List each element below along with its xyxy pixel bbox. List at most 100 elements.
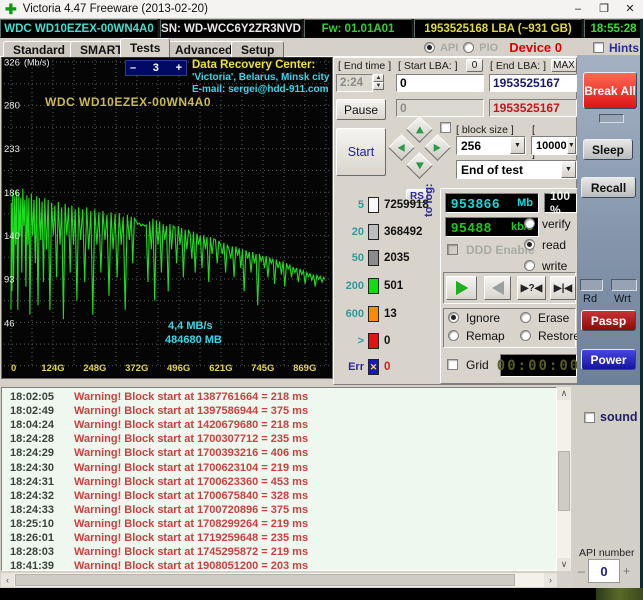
recall-button[interactable]: Recall [581, 177, 636, 198]
log-message: Warning! Block start at 1700623360 = 453… [74, 475, 309, 488]
position-mb-value: 953866 [451, 195, 501, 211]
log-row[interactable]: 18:24:33 Warning! Block start at 1700720… [2, 503, 556, 517]
log-side-panel: sound API number – 0 + [573, 385, 641, 588]
tab-setup[interactable]: Setup [231, 41, 285, 57]
bucket-count: 501 [384, 280, 404, 292]
timeout-dropdown-arrow[interactable]: ▼ [566, 137, 576, 154]
pad-option-checkbox[interactable] [440, 122, 451, 133]
api-radio-label: API [439, 41, 459, 54]
start-lba-zero-button[interactable]: 0 [466, 59, 483, 72]
write-radio[interactable] [524, 260, 535, 271]
end-time-down-button[interactable]: ▼ [373, 82, 384, 90]
graph-drive-title: WDC WD10EZEX-00WN4A0 [45, 95, 212, 109]
title-bar: ✚ Victoria 4.47 Freeware (2013-02-20) – … [0, 0, 643, 19]
horizontal-scroll-thumb[interactable] [15, 574, 515, 586]
bucket-count: 368492 [384, 226, 423, 238]
erase-radio[interactable] [520, 312, 531, 323]
read-activity-led [580, 279, 603, 291]
start-lba-input[interactable]: 0 [396, 74, 484, 92]
remap-radio[interactable] [448, 330, 459, 341]
log-row[interactable]: 18:24:28 Warning! Block start at 1700307… [2, 432, 556, 446]
log-row[interactable]: 18:24:29 Warning! Block start at 1700393… [2, 446, 556, 460]
sleep-button[interactable]: Sleep [583, 139, 633, 160]
pad-right-button[interactable] [424, 134, 451, 161]
verify-label: verify [542, 217, 571, 231]
log-view[interactable]: 18:02:05 Warning! Block start at 1387761… [1, 387, 557, 571]
log-row[interactable]: 18:24:31 Warning! Block start at 1700623… [2, 475, 556, 489]
power-button[interactable]: Power [581, 349, 636, 370]
api-radio[interactable] [423, 42, 435, 53]
restore-radio[interactable] [520, 330, 531, 341]
close-button[interactable]: ✕ [617, 0, 643, 18]
grid-label: Grid [466, 358, 489, 372]
timeout-select[interactable]: 10000 ▼ [531, 136, 577, 155]
log-row[interactable]: 18:04:24 Warning! Block start at 1420679… [2, 418, 556, 432]
log-row[interactable]: 18:24:30 Warning! Block start at 1700623… [2, 460, 556, 474]
block-size-dropdown-arrow[interactable]: ▼ [510, 137, 525, 154]
find-error-button[interactable]: ▶?◀ [517, 276, 546, 300]
log-message: Warning! Block start at 1397586944 = 375… [74, 405, 309, 418]
sound-checkbox[interactable] [584, 412, 595, 423]
maximize-button[interactable]: ❐ [591, 0, 617, 18]
scroll-up-arrow[interactable]: ∧ [557, 387, 571, 400]
log-horizontal-scrollbar[interactable]: ‹ › [1, 573, 557, 587]
pad-up-button[interactable] [406, 116, 433, 143]
start-button[interactable]: Start [336, 128, 386, 176]
ddd-enable-checkbox[interactable] [447, 244, 458, 255]
end-lba-max-button[interactable]: MAX [551, 59, 577, 72]
minimize-button[interactable]: – [565, 0, 591, 18]
pad-left-button[interactable] [388, 134, 415, 161]
api-number-minus-button[interactable]: – [575, 560, 588, 582]
end-time-value[interactable]: 2:24 [336, 74, 373, 92]
step-back-button[interactable] [484, 276, 511, 300]
restore-label: Restore [538, 329, 581, 343]
log-row[interactable]: 18:24:32 Warning! Block start at 1700675… [2, 489, 556, 503]
play-button[interactable] [446, 276, 477, 300]
log-row[interactable]: 18:02:05 Warning! Block start at 1387761… [2, 390, 556, 404]
break-all-button[interactable]: Break All [583, 72, 637, 109]
log-time: 18:26:01 [10, 531, 55, 544]
pad-down-button[interactable] [406, 152, 433, 179]
svg-text:280: 280 [4, 100, 20, 111]
tab-tests[interactable]: Tests [120, 38, 171, 57]
scroll-right-arrow[interactable]: › [544, 573, 557, 587]
log-row[interactable]: 18:26:01 Warning! Block start at 1719259… [2, 531, 556, 545]
tab-standard[interactable]: Standard [3, 41, 76, 57]
log-vertical-scrollbar[interactable]: ∧ ∨ [557, 387, 571, 571]
log-message: Warning! Block start at 1700393216 = 406… [74, 447, 309, 460]
bucket-count: 2035 [384, 252, 410, 264]
goto-edge-button[interactable]: ▶|◀ [550, 276, 576, 300]
block-size-select[interactable]: 256 ▼ [456, 136, 526, 155]
api-number-stepper: – 0 + [575, 559, 633, 583]
hints-checkbox[interactable] [593, 42, 604, 53]
log-row[interactable]: 18:25:10 Warning! Block start at 1708299… [2, 517, 556, 531]
end-action-select[interactable]: End of test ▼ [456, 160, 577, 179]
log-row[interactable]: 18:28:03 Warning! Block start at 1745295… [2, 545, 556, 559]
bucket-threshold-label: 200 [345, 280, 364, 292]
log-row[interactable]: 18:41:39 Warning! Block start at 1908051… [2, 559, 556, 570]
end-lba-input[interactable]: 1953525167 [489, 74, 577, 92]
grid-checkbox[interactable] [447, 359, 458, 370]
read-radio[interactable] [524, 239, 535, 250]
start-lba-label: [ Start LBA: ] [398, 60, 458, 72]
block-size-label: [ block size ] [456, 124, 514, 136]
ignore-radio[interactable] [448, 312, 459, 323]
scroll-down-arrow[interactable]: ∨ [557, 558, 571, 571]
graph-zoom-out-button[interactable]: – [130, 62, 136, 74]
verify-radio[interactable] [524, 218, 535, 229]
position-lcd: 953866 Mb [445, 193, 539, 213]
pause-button[interactable]: Pause [336, 99, 386, 120]
bucket-count: 13 [384, 308, 397, 320]
end-action-dropdown-arrow[interactable]: ▼ [561, 161, 576, 178]
pio-radio[interactable] [463, 42, 475, 53]
bucket-color-swatch: ✕ [368, 359, 379, 375]
vertical-scroll-thumb[interactable] [558, 451, 570, 511]
passp-button[interactable]: Passp [581, 310, 636, 331]
log-row[interactable]: 18:02:49 Warning! Block start at 1397586… [2, 404, 556, 418]
end-time-up-button[interactable]: ▲ [373, 74, 384, 82]
scroll-left-arrow[interactable]: ‹ [1, 573, 14, 587]
graph-zoom-in-button[interactable]: + [176, 62, 182, 74]
api-number-plus-button[interactable]: + [620, 560, 633, 582]
end-time-label: [ End time ] [338, 60, 392, 72]
timeout-value: 10000 [536, 139, 567, 152]
